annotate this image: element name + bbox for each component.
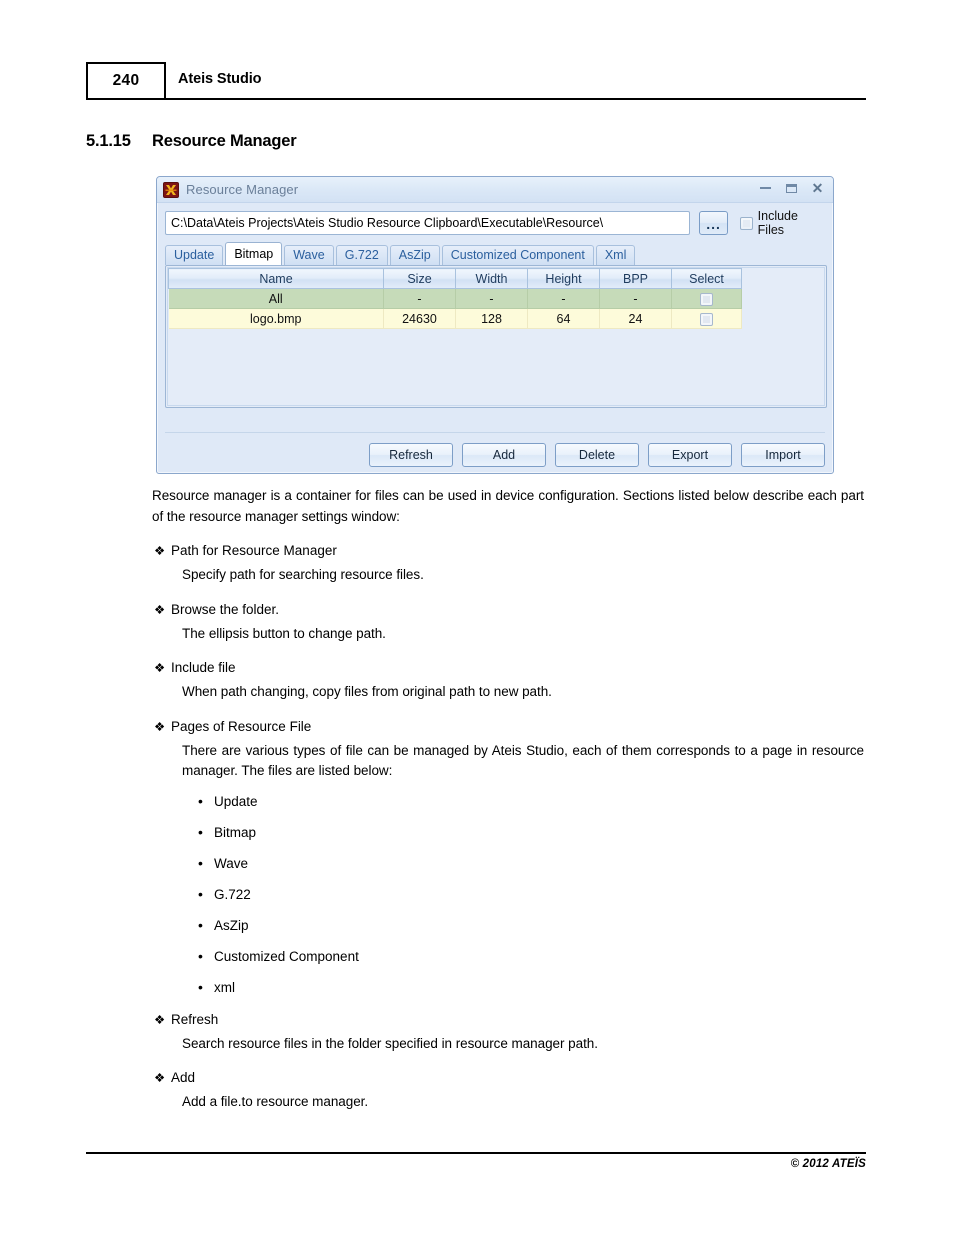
file-type-list: Update Bitmap Wave G.722 AsZip Customize… [198, 791, 864, 998]
column-header-bpp[interactable]: BPP [599, 268, 672, 289]
list-item: AsZip [198, 915, 864, 936]
table-header-row: Name Size Width Height BPP Select [168, 268, 742, 289]
page-title: 5.1.15 Resource Manager [86, 132, 297, 151]
maximize-icon[interactable] [784, 180, 799, 196]
export-button[interactable]: Export [648, 443, 732, 467]
text-pages-of-resource-file: There are various types of file can be m… [182, 742, 864, 779]
tab-aszip[interactable]: AsZip [389, 245, 440, 265]
resource-table: Name Size Width Height BPP Select All - … [168, 268, 742, 329]
tab-bitmap[interactable]: Bitmap [225, 242, 283, 265]
import-button[interactable]: Import [741, 443, 825, 467]
dialog-title: Resource Manager [186, 182, 299, 197]
body-content: Resource manager is a container for file… [152, 486, 864, 1127]
list-item: G.722 [198, 884, 864, 905]
button-divider [165, 432, 825, 433]
tab-wave[interactable]: Wave [284, 245, 334, 265]
diamond-bullet-icon: ❖ [154, 1012, 166, 1027]
page-header: 240 Ateis Studio [86, 62, 866, 102]
section-number: 5.1.15 [86, 132, 131, 150]
text-browse-the-folder: The ellipsis button to change path. [182, 625, 386, 641]
resource-list-area: Name Size Width Height BPP Select All - … [165, 265, 827, 408]
row-select-checkbox[interactable] [700, 292, 713, 306]
dialog-titlebar[interactable]: Resource Manager ✕ [157, 177, 833, 203]
list-item: Bitmap [198, 822, 864, 843]
delete-button[interactable]: Delete [555, 443, 639, 467]
list-item: xml [198, 977, 864, 998]
window-controls: ✕ [758, 180, 825, 196]
cell-select[interactable] [671, 288, 742, 309]
section-title: Resource Manager [152, 132, 297, 150]
cell-height: 64 [527, 308, 600, 329]
resource-manager-dialog: Resource Manager ✕ C:\Data\Ateis Project… [156, 176, 834, 474]
text-include-file: When path changing, copy files from orig… [182, 684, 552, 699]
intro-paragraph: Resource manager is a container for file… [152, 488, 864, 524]
diamond-bullet-icon: ❖ [154, 544, 166, 558]
tab-customized-component[interactable]: Customized Component [441, 245, 594, 265]
bullet-pages-of-resource-file: ❖ Pages of Resource File [152, 717, 864, 737]
table-row[interactable]: All - - - - [168, 288, 742, 309]
column-header-name[interactable]: Name [168, 268, 384, 289]
minimize-icon[interactable] [758, 180, 773, 196]
cell-height: - [527, 288, 600, 309]
footer-copyright: © 2012 ATEÏS [790, 1158, 866, 1170]
tab-update[interactable]: Update [165, 245, 224, 265]
cell-name: All [168, 288, 384, 309]
table-row[interactable]: logo.bmp 24630 128 64 24 [168, 308, 742, 329]
refresh-button[interactable]: Refresh [369, 443, 453, 467]
column-header-size[interactable]: Size [383, 268, 456, 289]
cell-size: - [383, 288, 456, 309]
column-header-width[interactable]: Width [455, 268, 528, 289]
resource-path-input[interactable]: C:\Data\Ateis Projects\Ateis Studio Reso… [165, 211, 691, 235]
bullet-label: Browse the folder. [171, 601, 280, 617]
text-add: Add a file.to resource manager. [182, 1094, 369, 1109]
list-item: Customized Component [198, 946, 864, 967]
column-header-height[interactable]: Height [527, 268, 600, 289]
cell-width: 128 [455, 308, 528, 329]
bullet-label: Add [171, 1070, 196, 1085]
tab-g722[interactable]: G.722 [335, 245, 388, 265]
diamond-bullet-icon: ❖ [154, 602, 166, 617]
diamond-bullet-icon: ❖ [154, 1071, 166, 1085]
include-files-label: Include Files [757, 209, 798, 237]
browse-button[interactable]: ... [699, 211, 729, 235]
bullet-browse-the-folder: ❖ Browse the folder. [152, 600, 864, 620]
bullet-label: Refresh [171, 1011, 219, 1027]
dialog-button-row: Refresh Add Delete Export Import [165, 440, 825, 467]
page-number: 240 [112, 72, 140, 89]
page-number-box: 240 [86, 62, 166, 100]
resource-type-tabs: Update Bitmap Wave G.722 AsZip Customize… [165, 242, 825, 265]
cell-bpp: - [599, 288, 672, 309]
list-item: Wave [198, 853, 864, 874]
row-select-checkbox[interactable] [700, 312, 713, 326]
list-item: Update [198, 791, 864, 812]
add-button[interactable]: Add [462, 443, 546, 467]
close-icon[interactable]: ✕ [810, 180, 825, 196]
diamond-bullet-icon: ❖ [154, 661, 166, 675]
cell-bpp: 24 [599, 308, 672, 329]
resource-list-inner: Name Size Width Height BPP Select All - … [167, 267, 825, 406]
diamond-bullet-icon: ❖ [154, 719, 166, 734]
bullet-label: Include file [171, 660, 236, 675]
include-files-checkbox-box[interactable] [740, 216, 753, 230]
tab-xml[interactable]: Xml [595, 245, 636, 265]
footer-divider [86, 1152, 866, 1154]
cell-name: logo.bmp [168, 308, 384, 329]
header-title: Ateis Studio [178, 71, 262, 87]
cell-width: - [455, 288, 528, 309]
bullet-include-file: ❖ Include file [152, 658, 864, 678]
column-header-select[interactable]: Select [671, 268, 742, 289]
bullet-refresh: ❖ Refresh [152, 1010, 864, 1030]
text-path-for-resource-manager: Specify path for searching resource file… [182, 567, 424, 582]
bullet-label: Pages of Resource File [171, 718, 312, 734]
path-row: C:\Data\Ateis Projects\Ateis Studio Reso… [165, 209, 825, 237]
cell-size: 24630 [383, 308, 456, 329]
text-refresh: Search resource files in the folder spec… [182, 1035, 598, 1051]
bullet-path-for-resource-manager: ❖ Path for Resource Manager [152, 541, 864, 561]
include-files-checkbox[interactable]: Include Files [740, 209, 825, 237]
header-divider [166, 98, 866, 100]
ateis-logo-icon [163, 181, 179, 198]
bullet-add: ❖ Add [152, 1068, 864, 1088]
bullet-label: Path for Resource Manager [171, 543, 337, 558]
cell-select[interactable] [671, 308, 742, 329]
